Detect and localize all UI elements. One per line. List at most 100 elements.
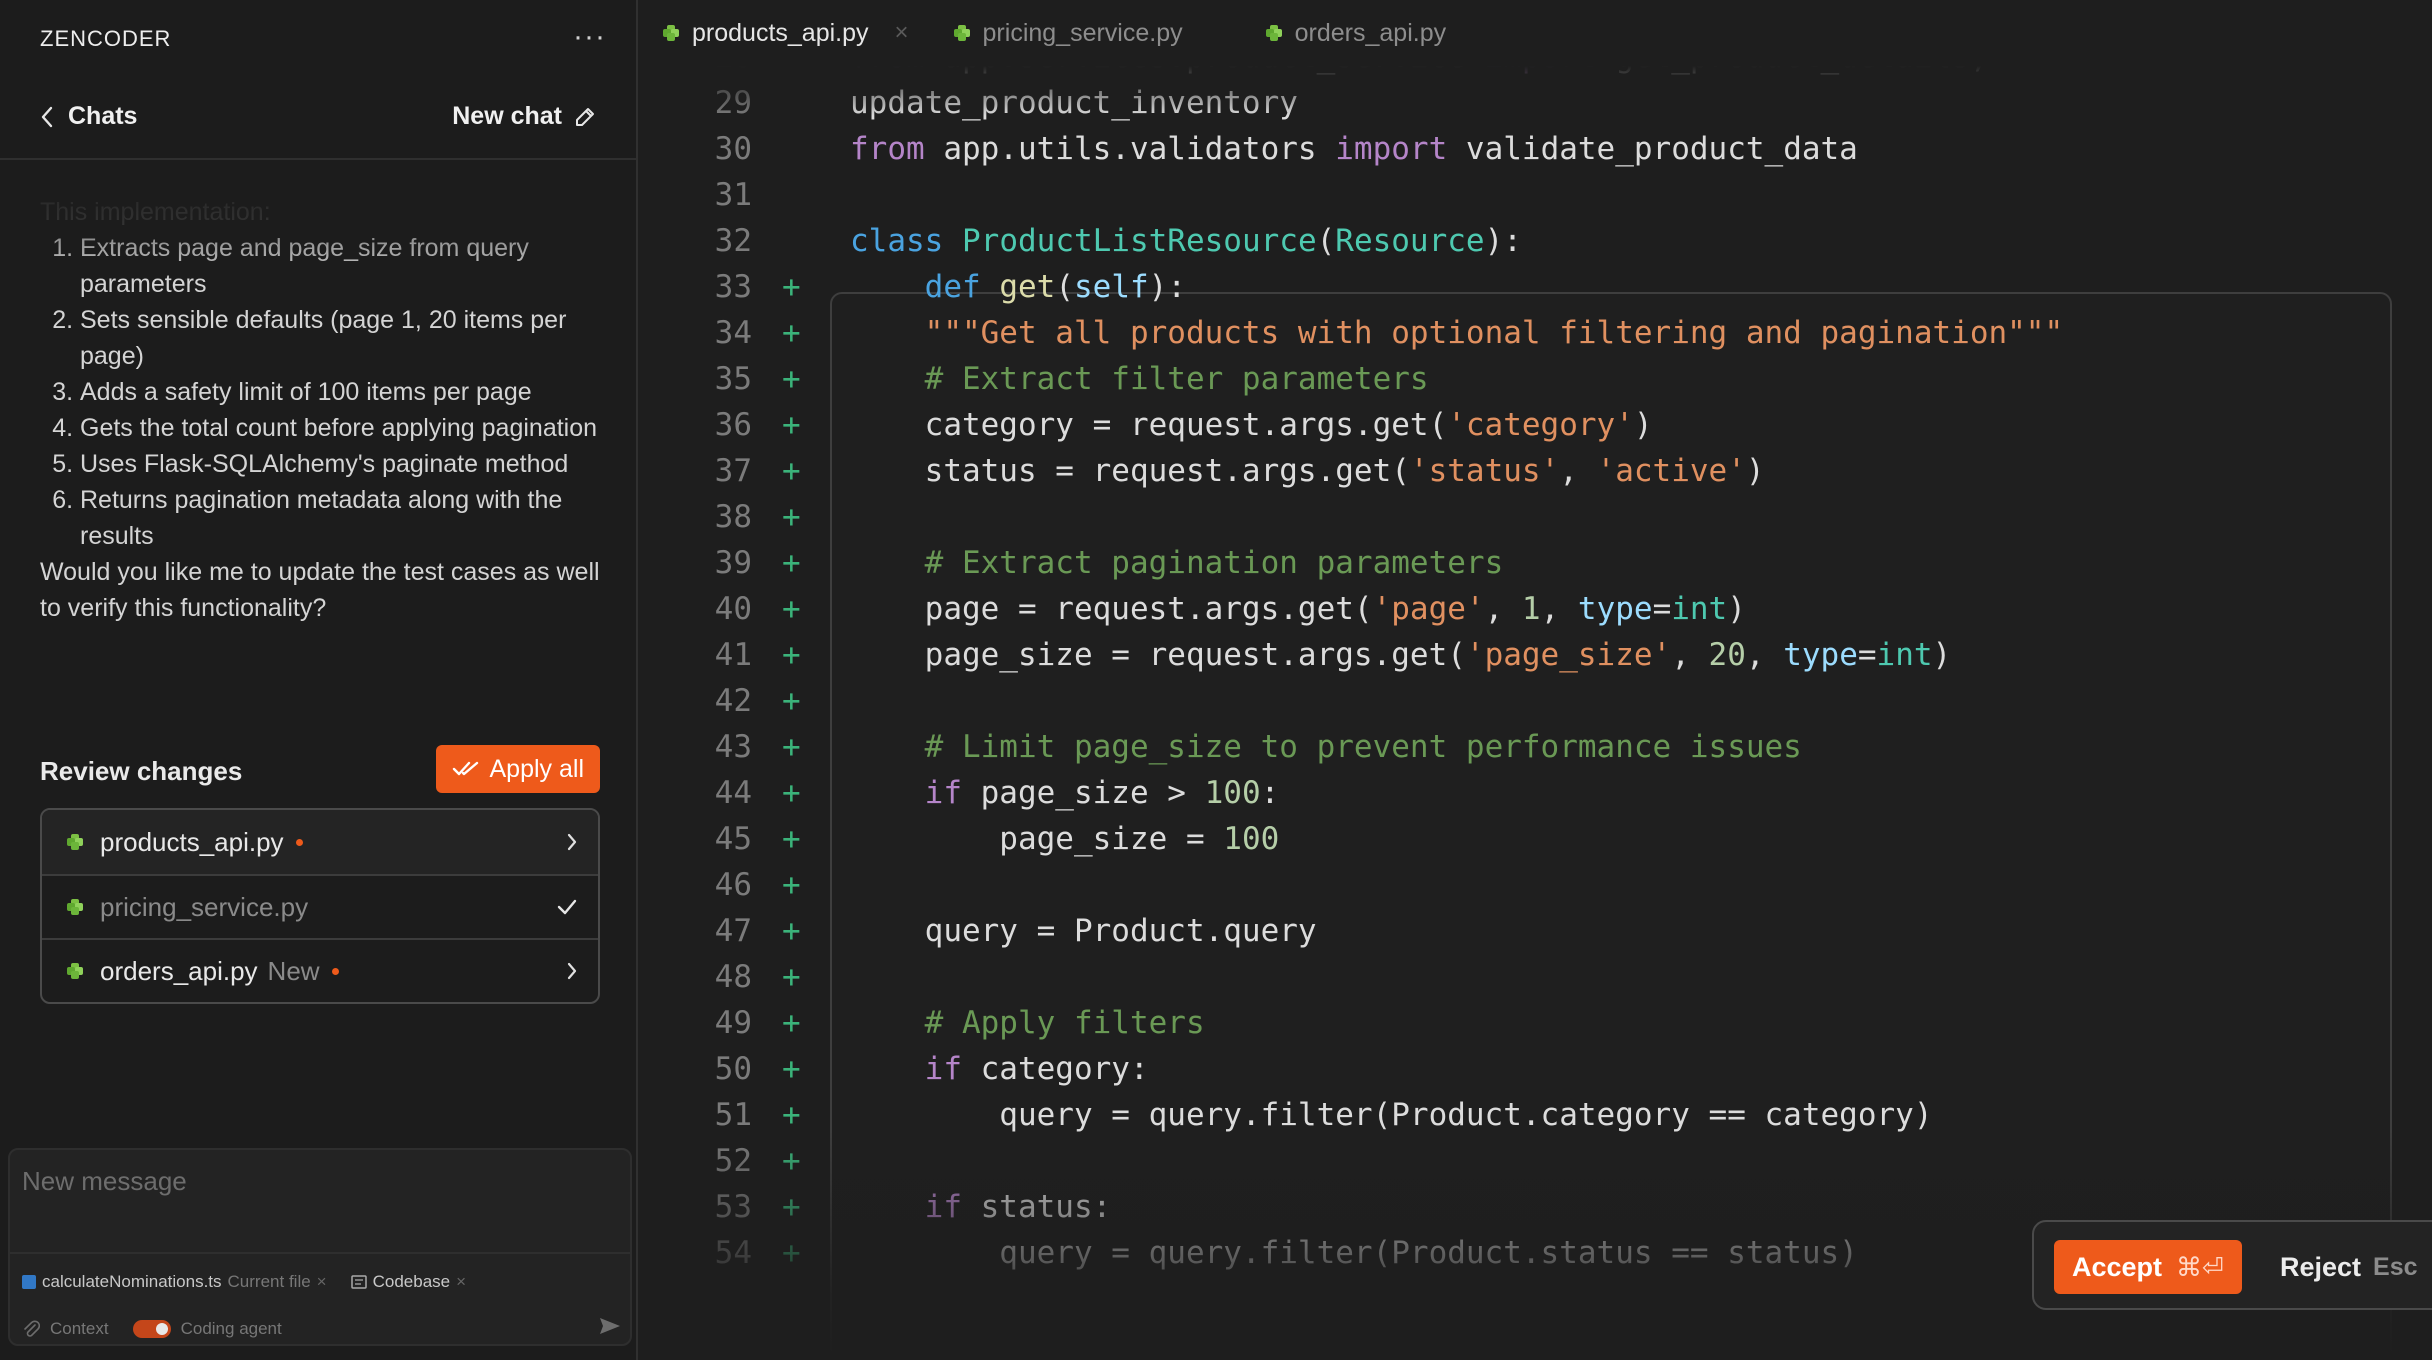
added-line-marker: + xyxy=(782,453,801,489)
code-line[interactable]: 42 + xyxy=(640,678,2432,724)
message-question: Would you like me to update the test cas… xyxy=(40,558,600,622)
line-number: 34 xyxy=(714,315,752,351)
added-line-marker: + xyxy=(782,1097,801,1133)
code-line[interactable]: 40 + page = request.args.get('page', 1, t… xyxy=(640,586,2432,632)
close-icon[interactable]: × xyxy=(895,19,909,47)
code-line[interactable]: 47 + query = Product.query xyxy=(640,908,2432,954)
line-number: 42 xyxy=(714,683,752,719)
double-check-icon xyxy=(452,761,478,776)
code-line[interactable]: 45 + page_size = 100 xyxy=(640,816,2432,862)
code-line[interactable]: 49 + # Apply filters xyxy=(640,1000,2432,1046)
composer-divider xyxy=(10,1252,630,1254)
code-line[interactable]: 39 + # Extract pagination parameters xyxy=(640,540,2432,586)
code-line[interactable]: 31 xyxy=(640,172,2432,218)
added-line-marker: + xyxy=(782,1189,801,1225)
code-text: # Extract pagination parameters xyxy=(924,545,1504,581)
line-number: 54 xyxy=(714,1235,752,1271)
added-line-marker: + xyxy=(782,269,801,305)
file-row-pricing-service[interactable]: pricing_service.py xyxy=(42,874,598,938)
ts-file-icon xyxy=(22,1275,36,1289)
accept-button[interactable]: Accept ⌘⏎ xyxy=(2054,1240,2242,1294)
code-text: if status: xyxy=(924,1189,1112,1225)
accept-shortcut: ⌘⏎ xyxy=(2176,1251,2224,1282)
checkmark-icon xyxy=(557,899,577,915)
coding-agent-toggle[interactable] xyxy=(132,1319,171,1338)
apply-all-button[interactable]: Apply all xyxy=(435,745,600,793)
added-line-marker: + xyxy=(782,775,801,811)
code-text: # Extract filter parameters xyxy=(924,361,1429,397)
codebase-chip[interactable]: Codebase × xyxy=(350,1272,466,1292)
code-line[interactable]: 46 + xyxy=(640,862,2432,908)
back-to-chats-button[interactable]: Chats xyxy=(40,102,137,131)
line-number: 46 xyxy=(714,867,752,903)
context-label[interactable]: Context xyxy=(50,1319,109,1339)
line-number: 33 xyxy=(714,269,752,305)
code-line[interactable]: 34 + """Get all products with optional fi… xyxy=(640,310,2432,356)
line-number: 35 xyxy=(714,361,752,397)
editor-tabs: products_api.py × pricing_service.py ord… xyxy=(640,0,2432,66)
code-line[interactable]: 52 + xyxy=(640,1138,2432,1184)
send-button[interactable] xyxy=(598,1316,622,1341)
code-line[interactable]: 43 + # Limit page_size to prevent perform… xyxy=(640,724,2432,770)
reject-button[interactable]: Reject Esc xyxy=(2280,1240,2418,1294)
code-text: """Get all products with optional filter… xyxy=(924,315,2064,351)
code-text: update_product_inventory xyxy=(850,85,1298,121)
code-line[interactable]: 36 + category = request.args.get('categor… xyxy=(640,402,2432,448)
paperclip-icon[interactable] xyxy=(22,1319,40,1339)
code-text: # Limit page_size to prevent performance… xyxy=(924,729,1802,765)
code-line[interactable]: 48 + xyxy=(640,954,2432,1000)
code-line[interactable]: 28 from app.services.product_service impo… xyxy=(640,66,2432,80)
line-number: 31 xyxy=(714,177,752,213)
close-icon[interactable]: × xyxy=(456,1272,466,1292)
code-line[interactable]: 30 from app.utils.validators import valid… xyxy=(640,126,2432,172)
code-line[interactable]: 29 update_product_inventory xyxy=(640,80,2432,126)
send-icon xyxy=(600,1318,620,1334)
python-file-icon xyxy=(1265,25,1282,41)
new-chat-button[interactable]: New chat xyxy=(452,102,596,131)
line-number: 41 xyxy=(714,637,752,673)
line-number: 48 xyxy=(714,959,752,995)
more-options-icon[interactable]: ··· xyxy=(573,20,606,54)
code-line[interactable]: 37 + status = request.args.get('status', … xyxy=(640,448,2432,494)
current-file-chip[interactable]: calculateNominations.ts Current file × xyxy=(22,1272,327,1292)
tab-products-api[interactable]: products_api.py × xyxy=(640,0,931,66)
context-chips: calculateNominations.ts Current file × C… xyxy=(22,1272,480,1292)
sidebar-header: ZENCODER ··· xyxy=(0,0,636,78)
python-file-icon xyxy=(67,899,83,915)
code-line[interactable]: 50 + if category: xyxy=(640,1046,2432,1092)
message-composer[interactable]: New message calculateNominations.ts Curr… xyxy=(8,1148,632,1346)
code-line[interactable]: 44 + if page_size > 100: xyxy=(640,770,2432,816)
file-row-orders-api[interactable]: orders_api.py New xyxy=(42,938,598,1002)
composer-toolbar: Context Coding agent xyxy=(22,1316,622,1341)
file-name: orders_api.py xyxy=(100,955,258,986)
message-input[interactable]: New message xyxy=(22,1166,187,1197)
added-line-marker: + xyxy=(782,959,801,995)
code-line[interactable]: 33 + def get(self): xyxy=(640,264,2432,310)
tab-pricing-service[interactable]: pricing_service.py xyxy=(931,0,1205,66)
file-row-products-api[interactable]: products_api.py xyxy=(42,810,598,874)
list-item: Extracts page and page_size from query p… xyxy=(80,230,600,302)
code-area[interactable]: 28 from app.services.product_service impo… xyxy=(640,66,2432,1360)
code-line[interactable]: 41 + page_size = request.args.get('page_s… xyxy=(640,632,2432,678)
list-item: Sets sensible defaults (page 1, 20 items… xyxy=(80,302,600,374)
code-text: if page_size > 100: xyxy=(924,775,1280,811)
tab-label: orders_api.py xyxy=(1294,18,1447,47)
message-intro: This implementation: xyxy=(40,198,271,226)
code-line[interactable]: 38 + xyxy=(640,494,2432,540)
added-line-marker: + xyxy=(782,821,801,857)
python-file-icon xyxy=(663,25,679,41)
list-item: Gets the total count before applying pag… xyxy=(80,410,600,446)
code-text: from app.services.product_service import… xyxy=(850,66,1989,80)
assistant-message: This implementation: Extracts page and p… xyxy=(40,194,600,626)
added-line-marker: + xyxy=(782,913,801,949)
added-line-marker: + xyxy=(782,637,801,673)
tab-orders-api[interactable]: orders_api.py xyxy=(1243,0,1468,66)
line-number: 49 xyxy=(714,1005,752,1041)
code-text: query = query.filter(Product.category ==… xyxy=(850,1097,1933,1133)
list-item: Uses Flask-SQLAlchemy's paginate method xyxy=(80,446,600,482)
code-line[interactable]: 35 + # Extract filter parameters xyxy=(640,356,2432,402)
line-number: 29 xyxy=(714,85,752,121)
code-line[interactable]: 32 class ProductListResource(Resource): xyxy=(640,218,2432,264)
close-icon[interactable]: × xyxy=(317,1272,327,1292)
code-line[interactable]: 51 + query = query.filter(Product.categor… xyxy=(640,1092,2432,1138)
